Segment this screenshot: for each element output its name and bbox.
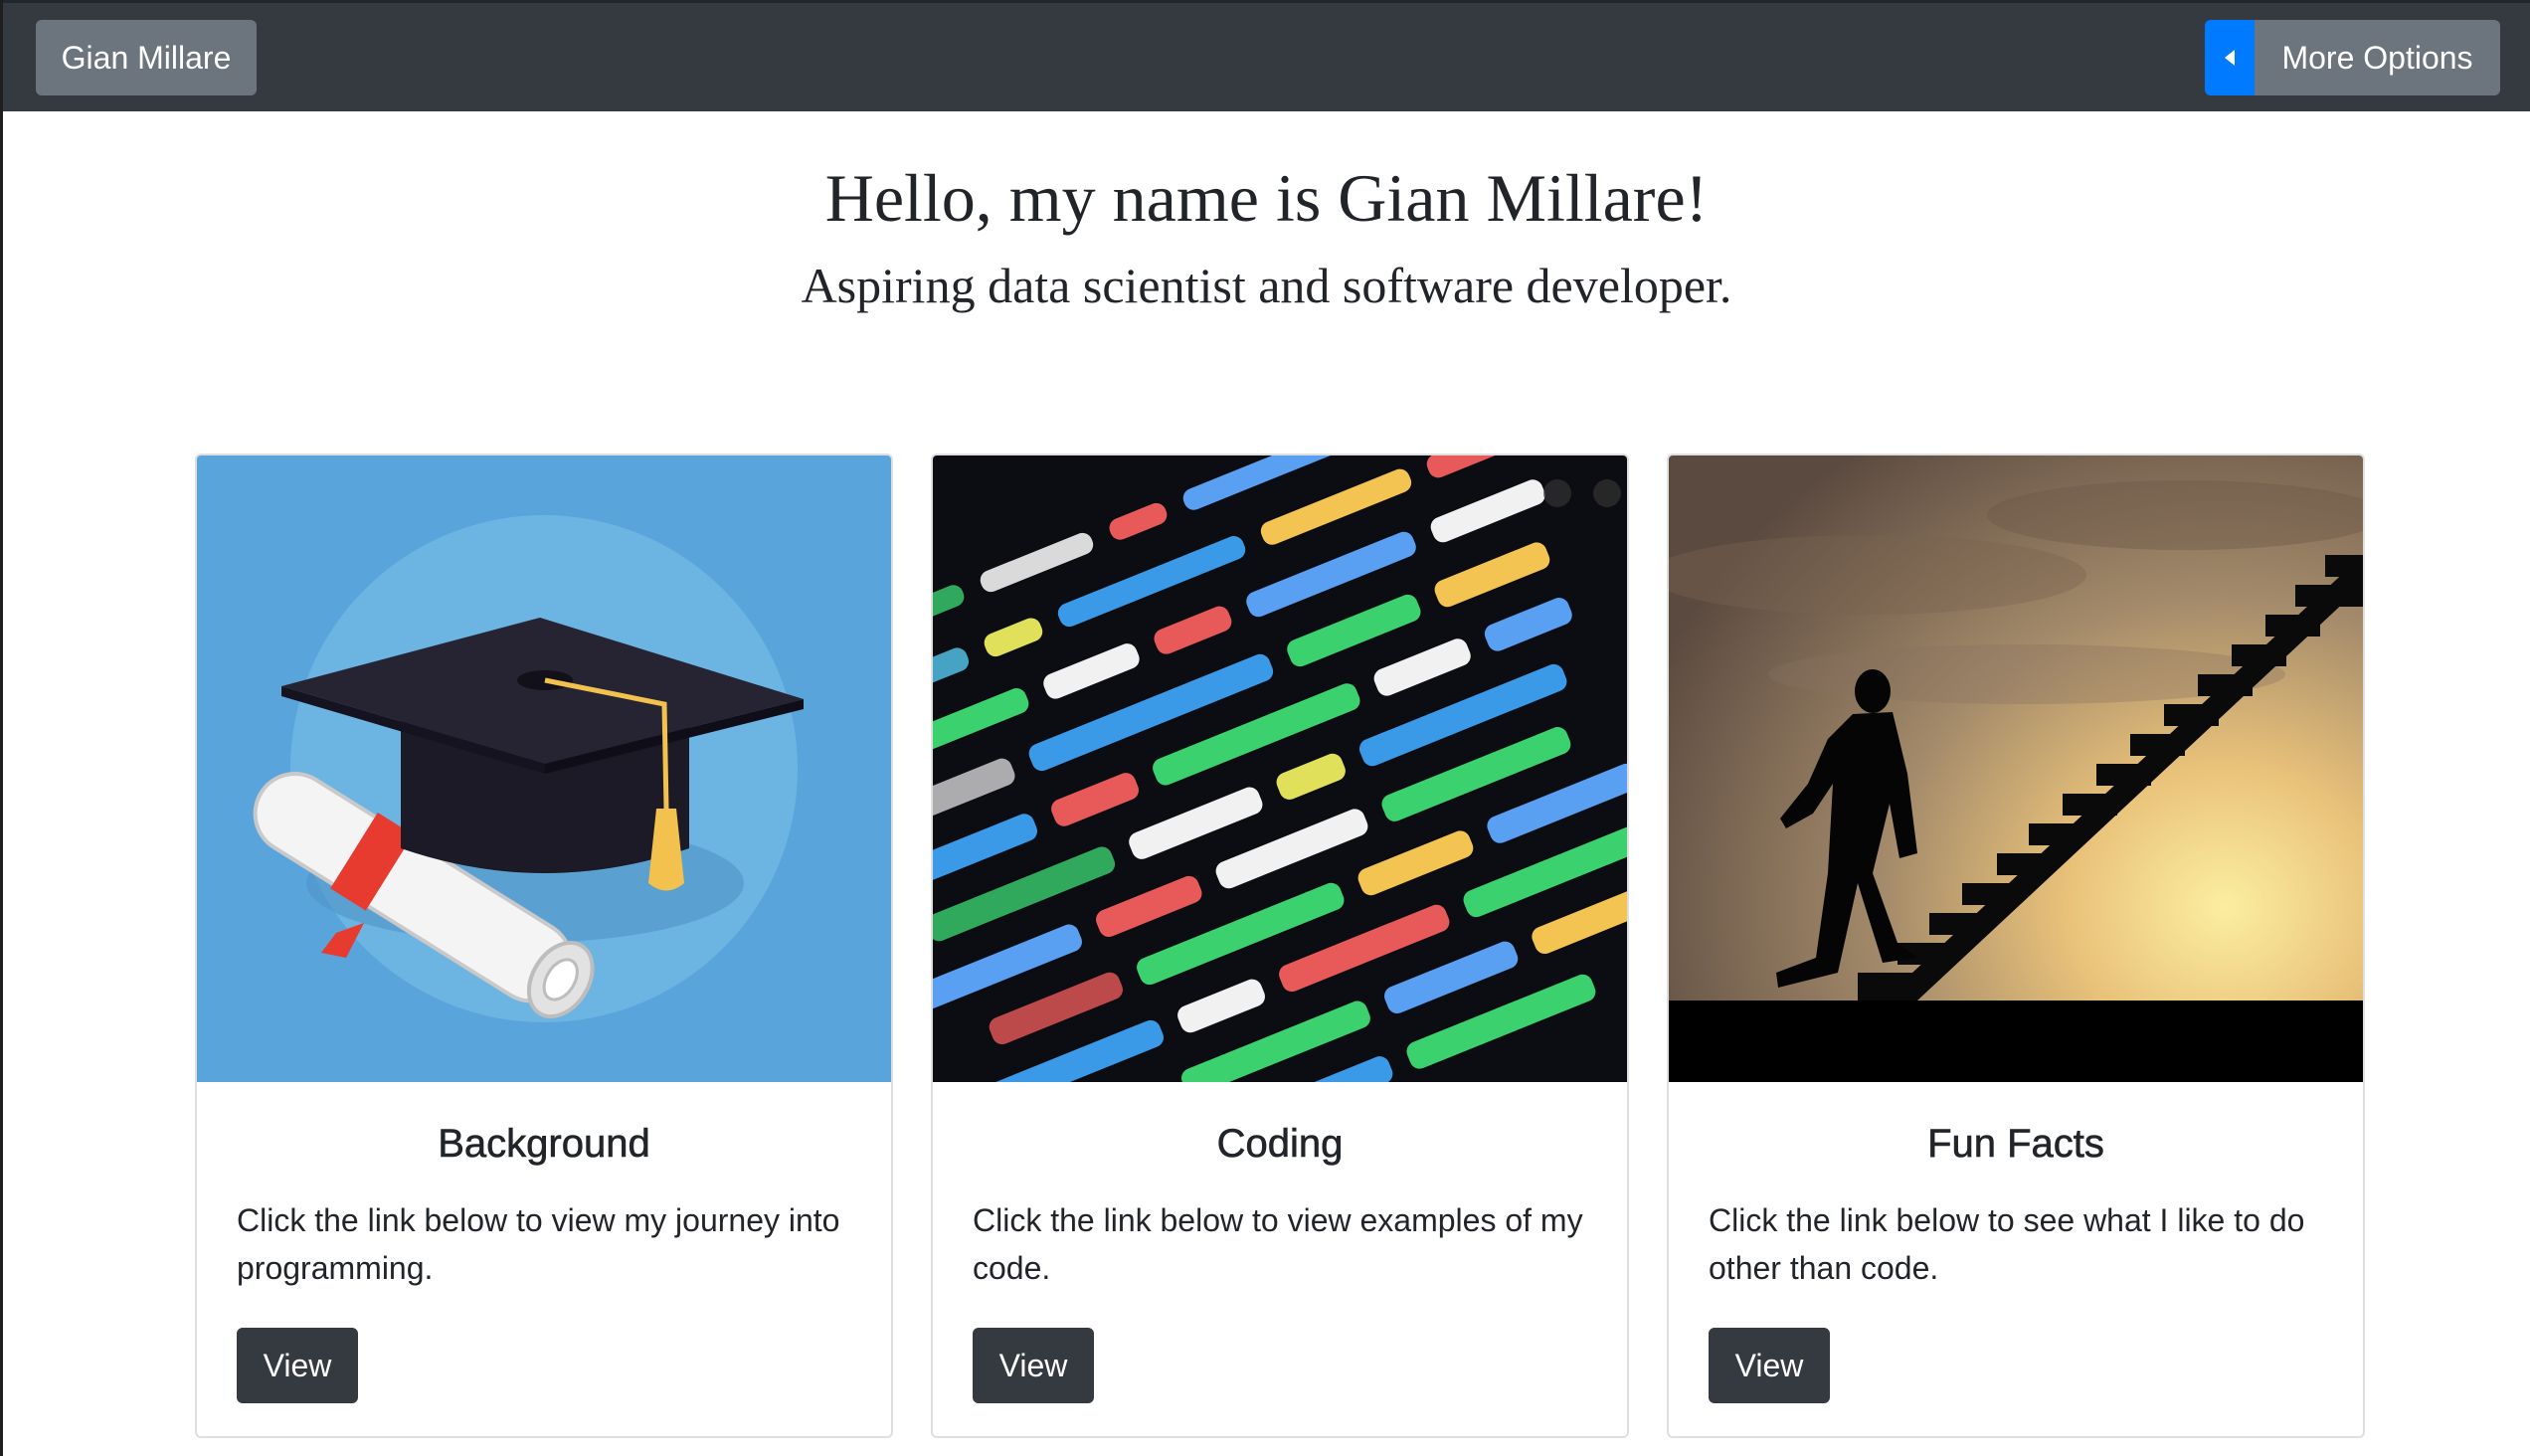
card-text: Click the link below to view my journey … xyxy=(237,1202,840,1286)
page-title: Hello, my name is Gian Millare! xyxy=(824,160,1709,236)
brand-button[interactable]: Gian Millare xyxy=(36,20,257,95)
caret-left-icon[interactable] xyxy=(2205,20,2255,95)
page: Gian Millare More Options Hello, my name… xyxy=(0,0,2530,1456)
card-title: Fun Facts xyxy=(1927,1122,2104,1167)
page-subtitle: Aspiring data scientist and software dev… xyxy=(801,258,1732,313)
card-background: Background Click the link below to view … xyxy=(195,454,893,1438)
card-text: Click the link below to view examples of… xyxy=(973,1202,1583,1286)
card-text: Click the link below to see what I like … xyxy=(1709,1202,2305,1286)
staircase-silhouette-icon xyxy=(1669,455,2363,1082)
card-coding: Coding Click the link below to view exam… xyxy=(931,454,1629,1438)
card-title: Background xyxy=(438,1122,650,1167)
view-button[interactable]: View xyxy=(237,1328,358,1403)
code-screen-icon xyxy=(933,455,1627,1082)
card-fun-facts: Fun Facts Click the link below to see wh… xyxy=(1667,454,2365,1438)
graduation-cap-icon xyxy=(197,455,891,1082)
more-options-dropdown[interactable]: More Options xyxy=(2205,20,2500,95)
card-title: Coding xyxy=(1216,1122,1344,1167)
top-navbar: Gian Millare More Options xyxy=(3,0,2530,111)
view-button[interactable]: View xyxy=(973,1328,1094,1403)
view-button[interactable]: View xyxy=(1709,1328,1830,1403)
more-options-button[interactable]: More Options xyxy=(2255,20,2500,95)
